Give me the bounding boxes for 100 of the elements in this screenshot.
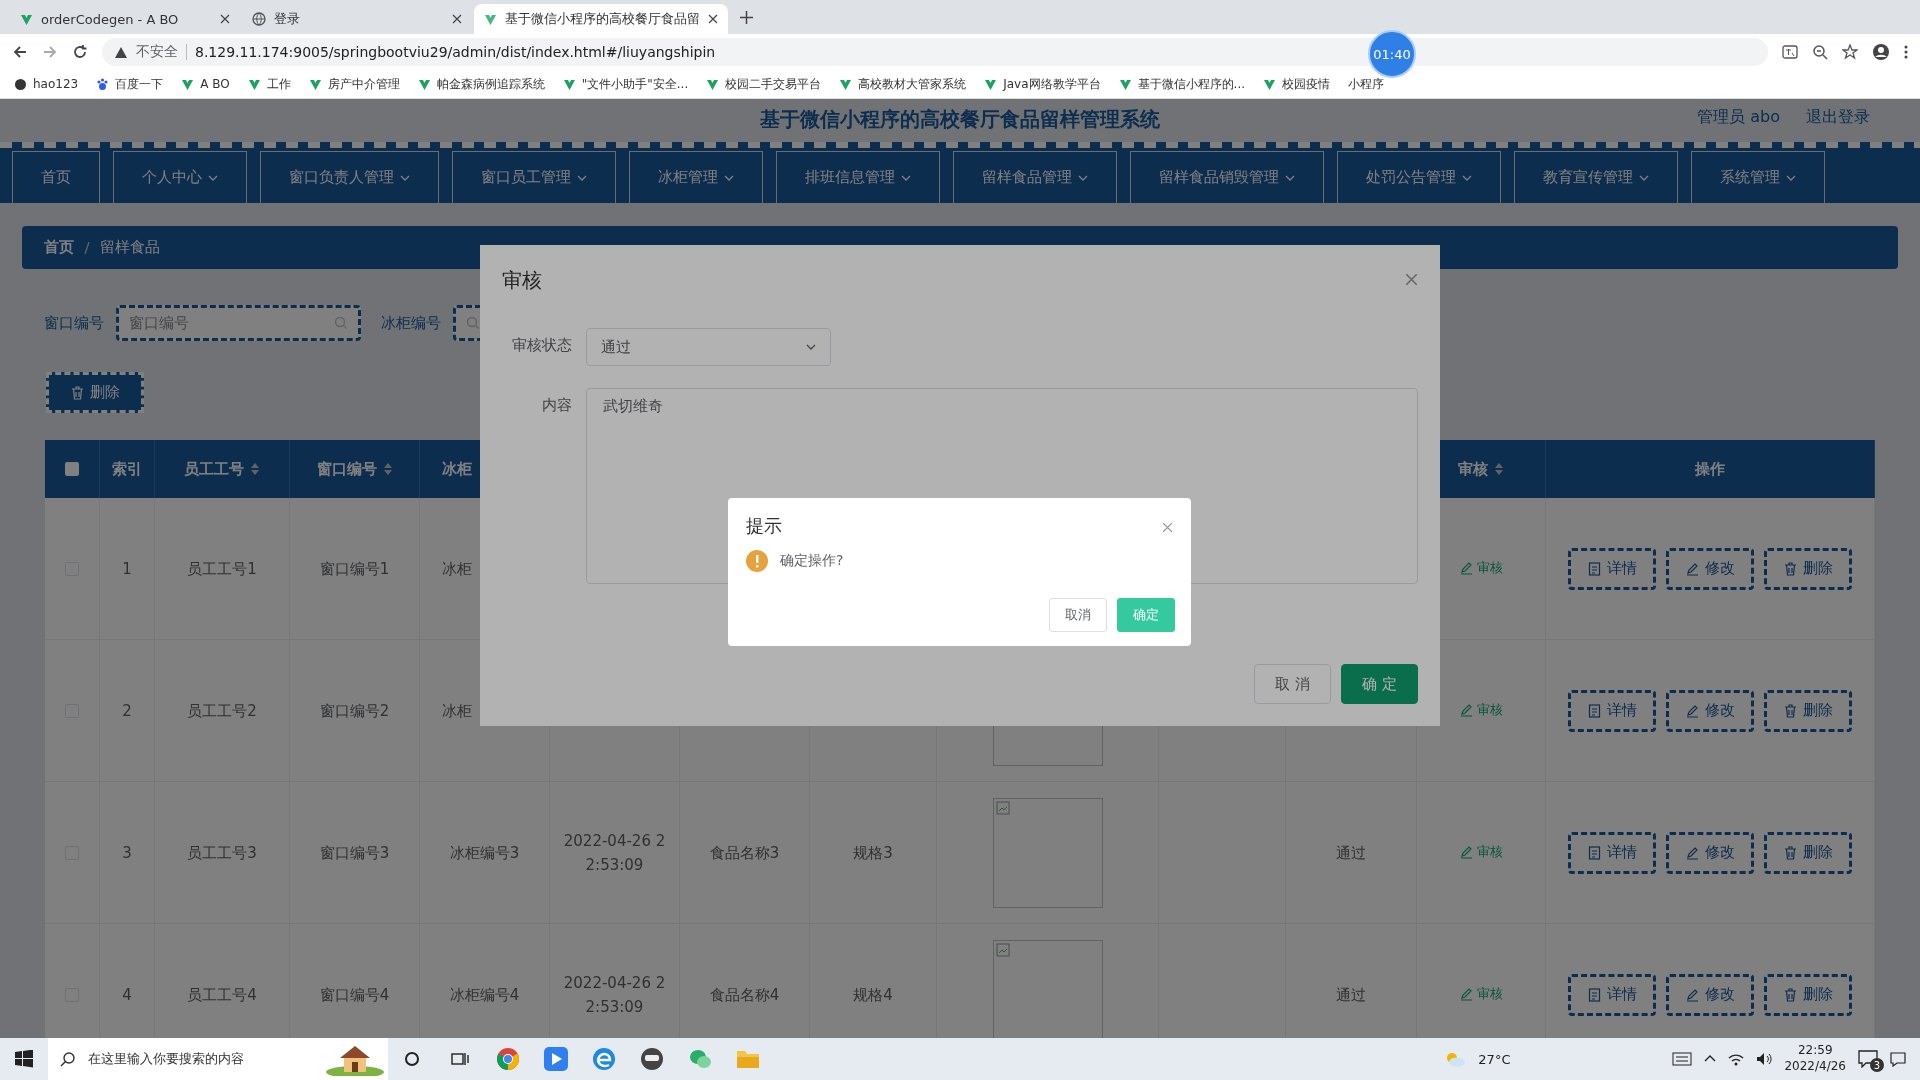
nav-item[interactable]: 排班信息管理 xyxy=(776,151,940,203)
action-button[interactable]: 详情 xyxy=(1568,547,1656,590)
warning-icon xyxy=(114,45,128,59)
table-cell-text: 冰柜 xyxy=(442,558,472,580)
browser-tab[interactable]: 登录 xyxy=(242,4,472,34)
breadcrumb-item[interactable]: 首页 xyxy=(44,238,74,257)
bookmark[interactable]: 帕金森病例追踪系统 xyxy=(417,75,545,93)
action-button[interactable]: 修改 xyxy=(1666,831,1754,874)
clock[interactable]: 22:59 2022/4/26 xyxy=(1784,1043,1846,1075)
close-icon[interactable] xyxy=(220,14,230,24)
logout-link[interactable]: 退出登录 xyxy=(1806,107,1870,128)
action-button[interactable]: 删除 xyxy=(1764,831,1852,874)
cancel-button[interactable]: 取消 xyxy=(1049,598,1107,632)
bookmark[interactable]: 小程序 xyxy=(1348,75,1384,93)
dialog-title: 审核 xyxy=(502,267,542,294)
keyboard-icon[interactable] xyxy=(1672,1052,1693,1066)
trash-icon xyxy=(1783,845,1797,860)
nav-item[interactable]: 窗口员工管理 xyxy=(452,151,616,203)
site-icon xyxy=(417,77,431,91)
action-button[interactable]: 详情 xyxy=(1568,973,1656,1016)
translate-icon[interactable] xyxy=(1782,44,1798,60)
close-icon[interactable] xyxy=(452,14,462,24)
action-button[interactable]: 详情 xyxy=(1568,689,1656,732)
table-cell-text: 员工工号1 xyxy=(187,558,257,580)
task-view-icon[interactable] xyxy=(451,1051,469,1067)
review-link[interactable]: 审核 xyxy=(1459,984,1503,1005)
bookmark[interactable]: 校园二手交易平台 xyxy=(706,75,822,93)
table-cell-text: 食品名称4 xyxy=(709,984,780,1006)
action-button[interactable]: 详情 xyxy=(1568,831,1656,874)
star-icon[interactable] xyxy=(1842,44,1858,60)
table-cell-text: 通过 xyxy=(1336,984,1366,1006)
account-icon[interactable] xyxy=(1872,43,1890,61)
nav-item[interactable]: 系统管理 xyxy=(1691,151,1825,203)
nav-item[interactable]: 冰柜管理 xyxy=(629,151,763,203)
site-icon xyxy=(181,77,195,91)
back-icon[interactable] xyxy=(12,44,28,60)
pencil-icon xyxy=(1685,845,1699,860)
cancel-button[interactable]: 取 消 xyxy=(1254,664,1332,704)
table-cell-text: 冰柜编号4 xyxy=(449,984,520,1006)
reload-icon[interactable] xyxy=(72,44,88,60)
cortana-icon[interactable] xyxy=(404,1051,420,1067)
bookmark[interactable]: 房产中介管理 xyxy=(308,75,400,93)
nav-item[interactable]: 教育宣传管理 xyxy=(1514,151,1678,203)
status-select[interactable]: 通过 xyxy=(586,328,831,366)
breadcrumb-item[interactable]: 留样食品 xyxy=(100,238,160,257)
new-tab-icon[interactable] xyxy=(740,11,753,24)
nav-item[interactable]: 留样食品销毁管理 xyxy=(1130,151,1324,203)
speaker-icon[interactable] xyxy=(1756,1052,1773,1066)
nav-item[interactable]: 处罚公告管理 xyxy=(1337,151,1501,203)
action-button[interactable]: 删除 xyxy=(1764,689,1852,732)
nav-item[interactable]: 留样食品管理 xyxy=(953,151,1117,203)
confirm-button[interactable]: 确定 xyxy=(1117,598,1175,632)
close-icon[interactable] xyxy=(708,14,718,24)
field-label: 冰柜编号 xyxy=(381,313,441,333)
table-cell-text: 3 xyxy=(122,842,132,864)
windows-icon[interactable] xyxy=(15,1050,33,1068)
review-link[interactable]: 审核 xyxy=(1459,700,1503,721)
browser-tab[interactable]: orderCodegen - A BO xyxy=(10,4,240,34)
action-button[interactable]: 删除 xyxy=(1764,973,1852,1016)
action-button[interactable]: 修改 xyxy=(1666,973,1754,1016)
nav-item[interactable]: 首页 xyxy=(12,151,100,203)
browser-tab[interactable]: 基于微信小程序的高校餐厅食品留 xyxy=(474,4,728,34)
nav-item[interactable]: 窗口负责人管理 xyxy=(260,151,439,203)
bookmark[interactable]: "文件小助手"安全... xyxy=(562,75,689,93)
bookmark[interactable]: 校园疫情 xyxy=(1263,75,1330,93)
table-cell-text: 窗口编号4 xyxy=(319,984,390,1006)
site-icon xyxy=(308,77,322,91)
delete-button[interactable]: 删除 xyxy=(46,372,144,413)
play-icon[interactable] xyxy=(544,1047,568,1071)
network-icon[interactable] xyxy=(1728,1052,1745,1066)
action-button[interactable]: 修改 xyxy=(1666,689,1754,732)
review-link[interactable]: 审核 xyxy=(1459,558,1503,579)
edge-icon[interactable] xyxy=(592,1047,616,1071)
menu-icon[interactable] xyxy=(1904,44,1908,60)
zoom-icon[interactable] xyxy=(1812,44,1828,60)
chrome-icon[interactable] xyxy=(496,1047,520,1071)
pencil-icon xyxy=(1685,703,1699,718)
search-icon xyxy=(60,1051,76,1067)
table-cell-text: 员工工号4 xyxy=(187,984,257,1006)
checkbox[interactable] xyxy=(65,462,79,476)
table-cell-text: 规格3 xyxy=(853,842,893,864)
action-button[interactable]: 修改 xyxy=(1666,547,1754,590)
weather-text[interactable]: 27°C xyxy=(1478,1051,1511,1067)
bookmark[interactable]: 基于微信小程序的... xyxy=(1118,75,1245,93)
notification-icon[interactable] xyxy=(1858,1050,1878,1068)
globe-icon xyxy=(14,77,27,91)
action-button[interactable]: 删除 xyxy=(1764,547,1852,590)
bookmark[interactable]: 高校教材大管家系统 xyxy=(839,75,967,93)
desktop-icon[interactable] xyxy=(1890,1051,1906,1067)
bookmark[interactable]: hao123 xyxy=(14,77,79,91)
bookmark[interactable]: Java网络教学平台 xyxy=(984,75,1101,93)
taskbar-search-field[interactable]: 在这里输入你要搜索的内容 xyxy=(48,1038,388,1080)
app-title: 基于微信小程序的高校餐厅食品留样管理系统 xyxy=(760,105,1160,133)
review-link[interactable]: 审核 xyxy=(1459,842,1503,863)
bookmark[interactable]: 百度一下 xyxy=(96,75,164,93)
bookmark[interactable]: A BO xyxy=(181,77,230,91)
bookmark[interactable]: 工作 xyxy=(247,75,291,93)
confirm-button[interactable]: 确 定 xyxy=(1341,664,1418,704)
app-icon[interactable] xyxy=(640,1047,664,1071)
nav-item[interactable]: 个人中心 xyxy=(113,151,247,203)
